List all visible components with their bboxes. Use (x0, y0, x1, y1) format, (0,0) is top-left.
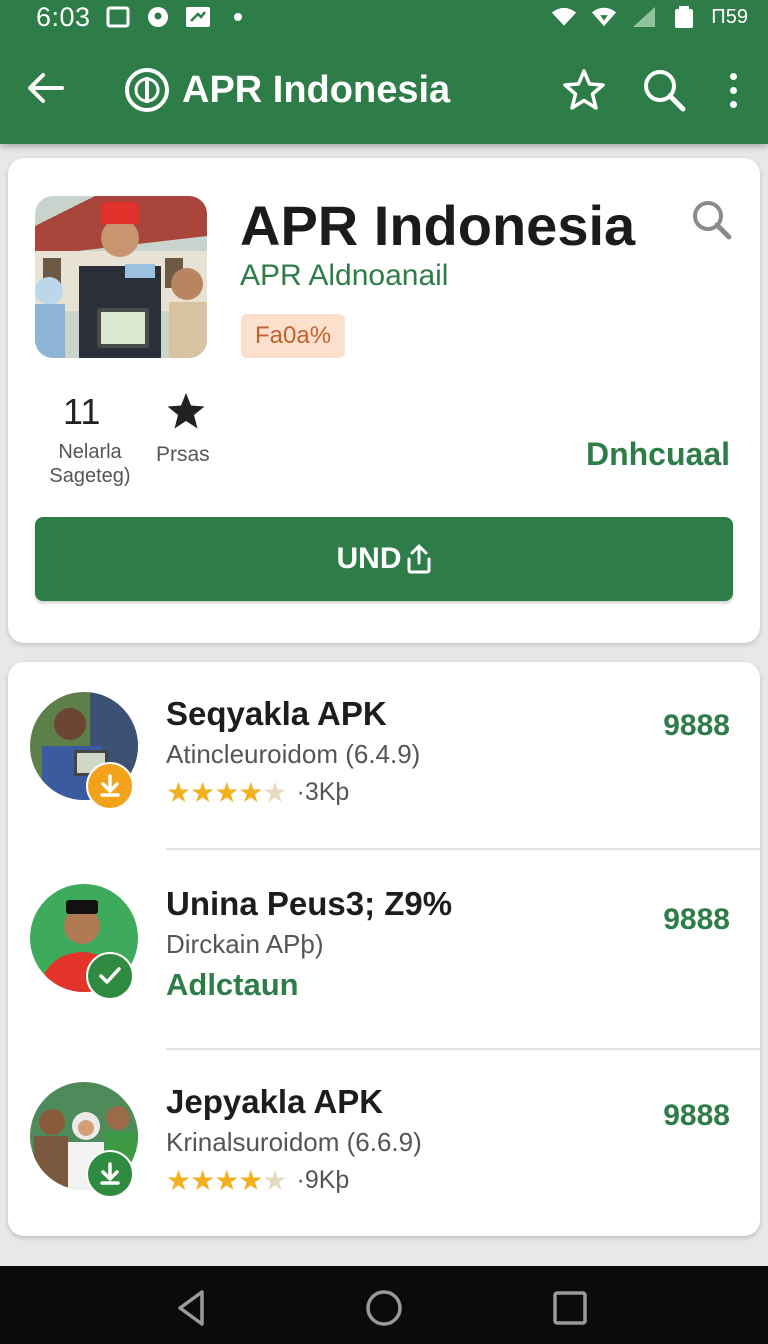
favorite-button[interactable] (560, 66, 608, 114)
more-dot-icon (729, 86, 737, 94)
item-title: Jepyakla APK (166, 1083, 384, 1120)
item-count: 9888 (663, 1099, 730, 1132)
back-button[interactable] (24, 66, 68, 110)
download-icon (100, 1162, 120, 1185)
app-developer[interactable]: APR Aldnoanail (240, 258, 448, 294)
dot-icon (225, 6, 251, 28)
item-subtitle: Dirckain APþ) (166, 929, 324, 959)
check-icon (99, 967, 121, 984)
item-size: ·3Kþ (296, 778, 350, 806)
app-detail-card: APR Indonesia APR Aldnoanail Fa0a% 11 Ne… (8, 158, 760, 643)
circle-home-icon (366, 1290, 402, 1326)
related-apps-list: Seqyakla APK Atincleuroidom (6.4.9) ★★★★… (8, 662, 760, 1236)
nav-home-button[interactable] (364, 1288, 404, 1328)
search-icon (644, 70, 686, 112)
item-rating: ★★★★★ ·9Kþ (166, 1164, 349, 1197)
upload-icon (407, 544, 430, 574)
app-title: APR Indonesia (240, 194, 636, 257)
battery-icon (671, 6, 697, 28)
list-item[interactable]: Unina Peus3; Z9% Dirckain APþ) Adlctaun … (8, 852, 760, 1050)
more-dot-icon (729, 100, 737, 108)
battery-text: Π59 (711, 5, 748, 28)
list-item[interactable]: Jepyakla APK Krinalsuroidom (6.6.9) ★★★★… (8, 1052, 760, 1236)
star-outline-icon (563, 69, 605, 110)
installed-badge (86, 952, 134, 1000)
back-arrow-icon (28, 73, 64, 103)
install-button-label: UND (336, 542, 402, 575)
stat-label: Nelarla Sageteg) (49, 441, 131, 487)
stat-label-rating: Prsas (156, 443, 210, 466)
status-time: 6:03 (36, 1, 91, 32)
list-item[interactable]: Seqyakla APK Atincleuroidom (6.4.9) ★★★★… (8, 662, 760, 852)
signal-wifi-icon (591, 6, 617, 28)
search-button[interactable] (640, 66, 688, 114)
app-icon-image (35, 196, 207, 358)
item-title: Seqyakla APK (166, 695, 387, 732)
card-search-button[interactable] (690, 198, 734, 242)
rating-star-icon (166, 392, 206, 430)
nav-back-button[interactable] (172, 1288, 212, 1328)
item-subtitle: Krinalsuroidom (6.6.9) (166, 1127, 422, 1157)
cast-icon (185, 6, 211, 28)
system-nav-bar (0, 1266, 768, 1344)
cell-signal-icon (631, 6, 657, 28)
item-size: ·9Kþ (296, 1166, 350, 1194)
item-title: Unina Peus3; Z9% (166, 885, 453, 922)
item-subtitle: Atincleuroidom (6.4.9) (166, 739, 421, 769)
location-icon (145, 6, 171, 28)
status-bar: 6:03 Π59 (0, 0, 768, 34)
item-count: 9888 (663, 903, 730, 936)
download-badge (86, 1150, 134, 1198)
rating-stars-icon: ★★★★★ (166, 777, 288, 808)
download-link[interactable]: Dnhcuaal (586, 434, 730, 474)
brand-logo-icon (124, 67, 170, 113)
item-action[interactable]: Adlctaun (166, 966, 299, 1004)
triangle-back-icon (178, 1290, 204, 1326)
install-button[interactable]: UND (35, 517, 733, 601)
square-recents-icon (553, 1291, 587, 1325)
nav-recents-button[interactable] (550, 1288, 590, 1328)
item-count: 9888 (663, 709, 730, 742)
app-tag-badge: Fa0a% (241, 314, 346, 358)
app-bar: APR Indonesia (0, 34, 768, 144)
notification-box-icon (105, 6, 131, 28)
more-dot-icon (729, 72, 737, 80)
search-icon (693, 201, 732, 240)
more-options-button[interactable] (716, 66, 750, 114)
stat-number: 11 (63, 391, 101, 432)
item-rating: ★★★★★ ·3Kþ (166, 776, 349, 809)
download-badge (86, 762, 134, 810)
app-bar-title: APR Indonesia (182, 69, 451, 111)
divider (166, 848, 760, 850)
wifi-icon (551, 6, 577, 28)
divider (166, 1048, 760, 1050)
download-icon (100, 774, 120, 797)
rating-stars-icon: ★★★★★ (166, 1165, 288, 1196)
